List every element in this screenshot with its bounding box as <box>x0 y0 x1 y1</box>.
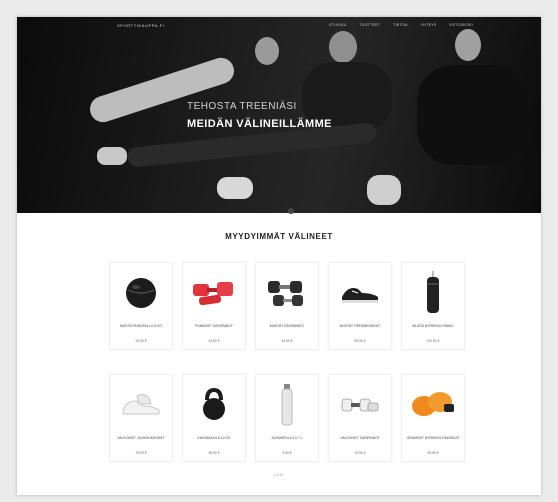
product-card[interactable]: MUSTA PAINOPALLO 5 KG 29,90 € <box>109 262 173 350</box>
product-card[interactable]: VALKOISET KÄSIPAINOT 19,90 € <box>328 374 392 462</box>
hero-person-center-head <box>329 31 357 63</box>
menu-item-cart[interactable]: OSTOSKORI <box>450 23 473 27</box>
product-name: KAHVAKUULA 12 KG <box>197 436 231 440</box>
product-card[interactable]: MUSTAT TREENIKENGÄT 89,90 € <box>328 262 392 350</box>
punching-bag-icon <box>409 271 457 315</box>
brand-logo[interactable]: SPORTTIKAUPPA.FI <box>117 23 164 28</box>
hero-subheadline: MEIDÄN VÄLINEILLÄMME <box>187 118 332 130</box>
kettlebell-icon <box>190 383 238 427</box>
product-name: MUSTA PAINOPALLO 5 KG <box>119 324 163 328</box>
product-card[interactable]: JUOMAPULLO 0,7 L 9,90 € <box>255 374 319 462</box>
product-price: 39,90 € <box>208 451 220 455</box>
product-card[interactable]: MUSTAT KÄSIPAINOT 34,90 € <box>255 262 319 350</box>
product-name: VALKOISET KÄSIPAINOT <box>340 436 380 440</box>
menu-item-about[interactable]: TIETOA <box>393 23 407 27</box>
product-name: MUSTAT TREENIKENGÄT <box>339 324 381 328</box>
hero-shoe-2 <box>367 175 401 205</box>
product-name: MUSTA NYRKKEILYSÄKKI <box>412 324 454 328</box>
product-price: 49,90 € <box>427 451 439 455</box>
hero-shoe-1 <box>217 177 253 199</box>
product-card[interactable]: KAHVAKUULA 12 KG 39,90 € <box>182 374 246 462</box>
white-shoes-icon <box>117 383 165 427</box>
red-dumbbells-icon <box>190 271 238 315</box>
top-nav: SPORTTIKAUPPA.FI ETUSIVU TUOTTEET TIETOA… <box>17 17 541 35</box>
product-price: 79,90 € <box>135 451 147 455</box>
hero-text: TEHOSTA TREENIÄSI MEIDÄN VÄLINEILLÄMME <box>187 101 332 130</box>
product-card[interactable]: MUSTA NYRKKEILYSÄKKI 119,00 € <box>401 262 465 350</box>
water-bottle-icon <box>263 383 311 427</box>
hero-slider-dot[interactable] <box>288 208 294 214</box>
pagination[interactable]: 1 2 3 › <box>17 473 541 477</box>
hero-shoe-3 <box>97 147 127 165</box>
menu-item-home[interactable]: ETUSIVU <box>329 23 346 27</box>
product-price: 119,00 € <box>426 339 440 343</box>
black-dumbbells-icon <box>263 271 311 315</box>
hero-headline: TEHOSTA TREENIÄSI <box>187 101 297 112</box>
product-name: VALKOISET JUOKSUKENGÄT <box>117 436 165 440</box>
section-title: MYYDYIMMÄT VÄLINEET <box>225 232 333 241</box>
hero-banner: SPORTTIKAUPPA.FI ETUSIVU TUOTTEET TIETOA… <box>17 17 541 213</box>
medicine-ball-icon <box>117 271 165 315</box>
product-card[interactable]: VALKOISET JUOKSUKENGÄT 79,90 € <box>109 374 173 462</box>
product-price: 9,90 € <box>282 451 292 455</box>
product-price: 19,90 € <box>354 451 366 455</box>
main-menu: ETUSIVU TUOTTEET TIETOA YHTEYS OSTOSKORI <box>329 23 473 27</box>
menu-item-products[interactable]: TUOTTEET <box>359 23 380 27</box>
product-price: 89,90 € <box>354 339 366 343</box>
black-shoes-icon <box>336 271 384 315</box>
product-card[interactable]: ORANSSIT NYRKKEILYHANSKAT 49,90 € <box>401 374 465 462</box>
product-price: 34,90 € <box>281 339 293 343</box>
product-card[interactable]: PUNAISET KÄSIPAINOT 24,90 € <box>182 262 246 350</box>
product-price: 24,90 € <box>208 339 220 343</box>
hero-person-right-body <box>417 65 527 165</box>
menu-item-contact[interactable]: YHTEYS <box>421 23 437 27</box>
page: SPORTTIKAUPPA.FI ETUSIVU TUOTTEET TIETOA… <box>17 17 541 495</box>
product-price: 29,90 € <box>135 339 147 343</box>
product-name: PUNAISET KÄSIPAINOT <box>195 324 233 328</box>
hero-person-left-head <box>255 37 279 65</box>
boxing-gloves-icon <box>409 383 457 427</box>
white-dumbbells-icon <box>336 383 384 427</box>
product-name: ORANSSIT NYRKKEILYHANSKAT <box>406 436 460 440</box>
product-name: MUSTAT KÄSIPAINOT <box>269 324 305 328</box>
product-name: JUOMAPULLO 0,7 L <box>271 436 303 440</box>
